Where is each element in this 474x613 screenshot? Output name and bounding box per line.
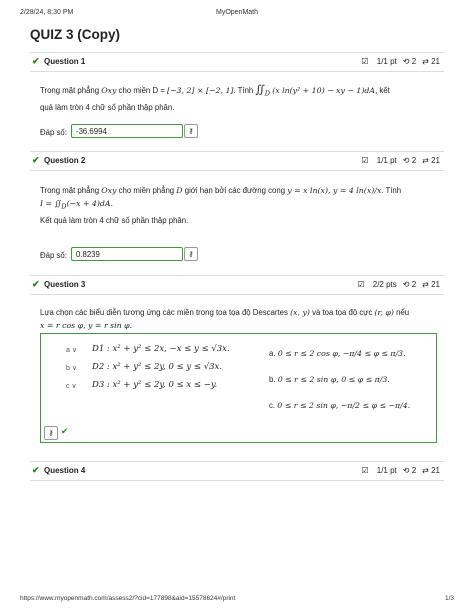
score: 1/1 pt xyxy=(376,57,397,66)
check-icon: ✔ xyxy=(32,279,40,289)
check-icon: ✔ xyxy=(32,465,40,475)
print-header: 2/28/24, 8:30 PM MyOpenMath xyxy=(20,9,454,16)
attempts-icon: ⇄ xyxy=(422,57,429,66)
question-label: Question 3 xyxy=(44,280,86,289)
retries-count: 2 xyxy=(411,156,417,165)
question-label: Question 1 xyxy=(44,57,86,66)
retries-count: 2 xyxy=(411,280,417,289)
attempts-count: 21 xyxy=(431,466,440,475)
check-icon: ✔ xyxy=(32,155,40,165)
attempts-icon: ⇄ xyxy=(422,156,429,165)
attempts-icon: ⇄ xyxy=(422,466,429,475)
question-meta: ☑ 1/1 pt ⟲ 2 ⇄ 21 xyxy=(361,466,440,475)
score: 2/2 pts xyxy=(372,280,397,289)
print-url: https://www.myopenmath.com/assess2/?cid=… xyxy=(20,595,236,602)
question-meta: ☑ 1/1 pt ⟲ 2 ⇄ 21 xyxy=(361,156,440,165)
check-icon: ✔ xyxy=(61,426,69,436)
question-2-text: Trong mặt phẳng Oxy cho miền phẳng D giớ… xyxy=(40,186,402,225)
check-icon: ✔ xyxy=(32,56,40,66)
region-d3: D3 : x² + y² ≤ 2y, 0 ≤ x ≤ −y. xyxy=(92,380,218,390)
question-meta: ☑ 1/1 pt ⟲ 2 ⇄ 21 xyxy=(361,57,440,66)
polar-option-b: b. 0 ≤ r ≤ 2 sin φ, 0 ≤ φ ≤ π/3. xyxy=(269,375,390,384)
question-2-header[interactable]: ✔ Question 2 ☑ 1/1 pt ⟲ 2 ⇄ 21 xyxy=(30,151,444,171)
polar-option-a: a. 0 ≤ r ≤ 2 cos φ, −π/4 ≤ φ ≤ π/3. xyxy=(269,349,406,358)
question-1-header[interactable]: ✔ Question 1 ☑ 1/1 pt ⟲ 2 ⇄ 21 xyxy=(30,52,444,72)
print-site-name: MyOpenMath xyxy=(215,9,259,16)
key-icon[interactable]: ⚷ xyxy=(184,247,198,261)
question-label: Question 4 xyxy=(44,466,86,475)
question-1-text: Trong mặt phẳng Oxy cho miền D = [−3, 2]… xyxy=(40,83,390,112)
matching-box: a ∨ D1 : x² + y² ≤ 2x, −x ≤ y ≤ √3x. b ∨… xyxy=(40,333,437,443)
score: 1/1 pt xyxy=(376,466,397,475)
answer-label: Đáp số: xyxy=(40,251,67,260)
question-label: Question 2 xyxy=(44,156,86,165)
page-title: QUIZ 3 (Copy) xyxy=(30,27,120,42)
select-dropdown[interactable]: c ∨ xyxy=(66,382,77,390)
retry-icon: ⟲ xyxy=(402,280,410,289)
retry-icon: ⟲ xyxy=(402,156,410,165)
attempts-count: 21 xyxy=(431,280,440,289)
attempts-icon: ⇄ xyxy=(422,280,429,289)
select-dropdown[interactable]: b ∨ xyxy=(66,364,77,372)
question-3-text: Lựa chọn các biểu diễn tương ứng các miề… xyxy=(40,308,410,330)
polar-option-c: c. 0 ≤ r ≤ 2 sin φ, −π/2 ≤ φ ≤ −π/4. xyxy=(269,401,411,410)
question-meta: ☑ 2/2 pts ⟲ 2 ⇄ 21 xyxy=(357,280,440,289)
attempts-count: 21 xyxy=(431,156,440,165)
attempts-count: 21 xyxy=(431,57,440,66)
retry-icon: ⟲ xyxy=(402,57,410,66)
region-d1: D1 : x² + y² ≤ 2x, −x ≤ y ≤ √3x. xyxy=(92,344,230,354)
region-d2: D2 : x² + y² ≤ 2y, 0 ≤ y ≤ √3x. xyxy=(92,362,223,372)
question-3-header[interactable]: ✔ Question 3 ☑ 2/2 pts ⟲ 2 ⇄ 21 xyxy=(30,275,444,295)
key-icon[interactable]: ⚷ xyxy=(44,426,58,440)
retry-icon: ⟲ xyxy=(402,466,410,475)
select-dropdown[interactable]: a ∨ xyxy=(66,346,77,354)
score: 1/1 pt xyxy=(376,156,397,165)
print-footer: https://www.myopenmath.com/assess2/?cid=… xyxy=(20,595,454,602)
question-4-header[interactable]: ✔ Question 4 ☑ 1/1 pt ⟲ 2 ⇄ 21 xyxy=(30,461,444,481)
answer-input[interactable]: -36.6994 xyxy=(71,124,183,138)
answer-input[interactable]: 0.8239 xyxy=(71,247,183,261)
page-number: 1/3 xyxy=(444,595,454,602)
key-icon[interactable]: ⚷ xyxy=(184,124,198,138)
retries-count: 2 xyxy=(411,57,417,66)
answer-label: Đáp số: xyxy=(40,128,67,137)
retries-count: 2 xyxy=(411,466,417,475)
